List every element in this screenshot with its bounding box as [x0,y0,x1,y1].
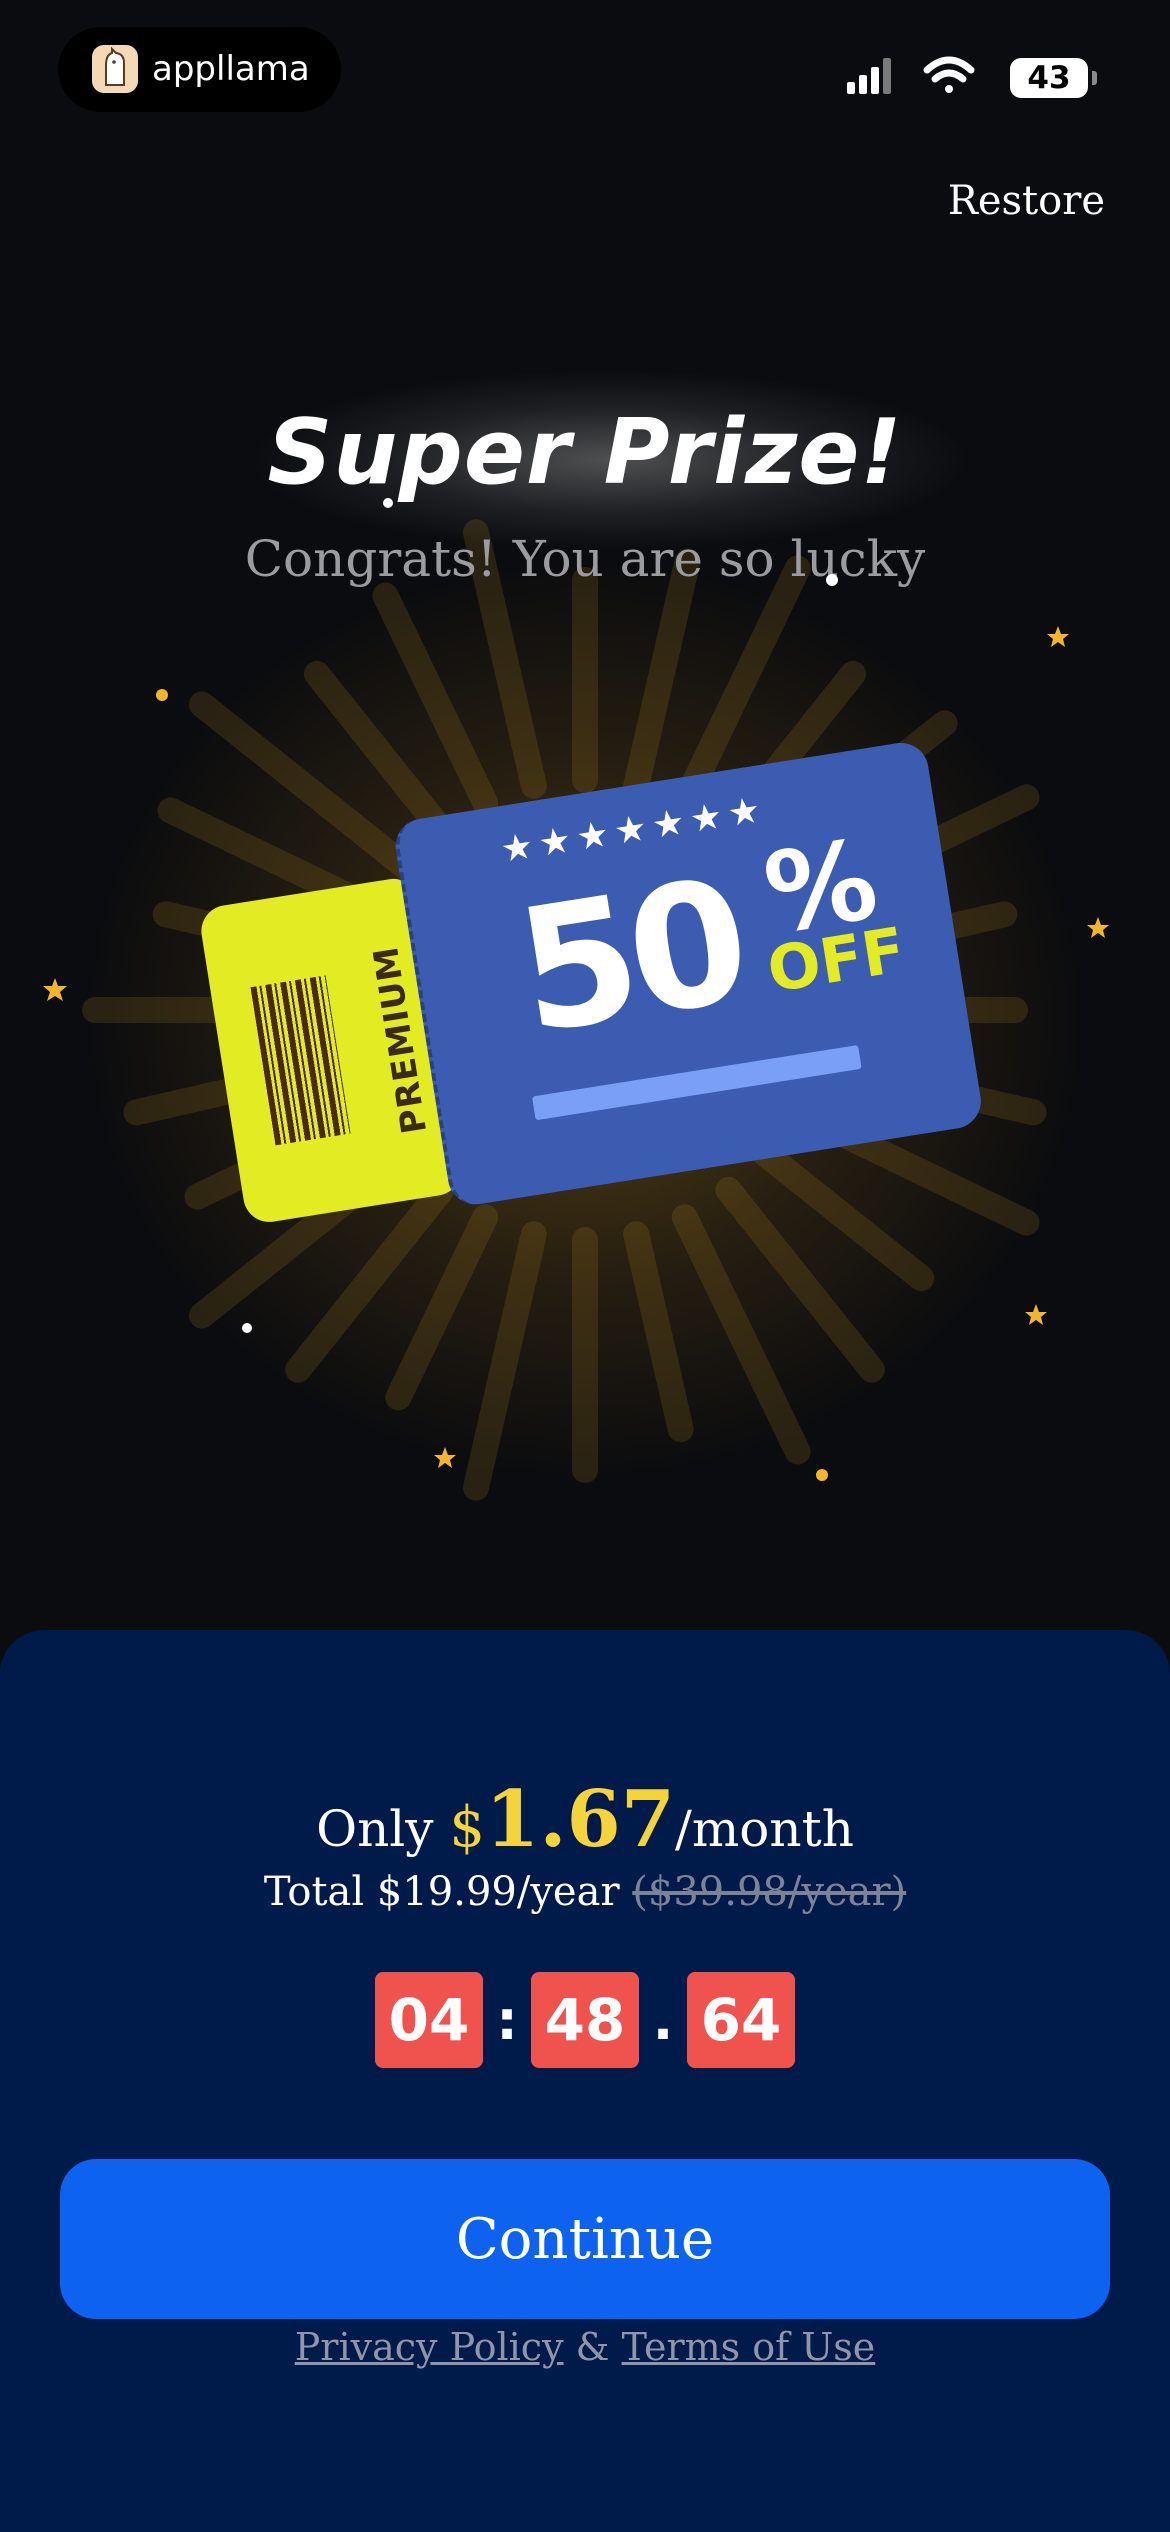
sparkle-dot [816,1469,828,1481]
purchase-panel [0,1630,1170,2532]
timer-hours: 04 [375,1972,483,2068]
countdown-timer: 04 : 48 . 64 [0,1972,1170,2068]
timer-separator: . [652,1988,674,2052]
coupon-ticket: ★★★★★★★ 50 % OFF [391,738,985,1209]
original-price: ($39.98/year) [632,1869,907,1915]
timer-centiseconds: 64 [687,1972,795,2068]
privacy-policy-link[interactable]: Privacy Policy [295,2325,564,2369]
price-period: /month [675,1800,854,1858]
price-prefix: Only [316,1800,434,1858]
barcode-icon [250,975,351,1146]
sparkle-dot [383,498,393,508]
star-icon [434,1447,456,1468]
sparkle-dot [826,574,838,586]
star-icon [1087,917,1109,938]
terms-of-use-link[interactable]: Terms of Use [622,2325,876,2369]
timer-minutes: 48 [531,1972,639,2068]
price-amount: 1.67 [485,1774,676,1865]
timer-separator: : [496,1988,518,2052]
sparkle-dot [242,1323,252,1333]
star-icon [1025,1304,1047,1325]
legal-joiner: & [575,2325,610,2369]
total-line: Total $19.99/year ($39.98/year) [0,1862,1170,1922]
discount-value: 50 [505,842,755,1073]
total-price: Total $19.99/year [263,1869,620,1915]
star-icon [1047,626,1069,647]
star-icon [43,978,67,1001]
legal-links: Privacy Policy & Terms of Use [0,2325,1170,2369]
price-currency: $ [449,1795,486,1860]
sparkle-dot [156,689,168,701]
continue-button[interactable]: Continue [60,2159,1110,2319]
